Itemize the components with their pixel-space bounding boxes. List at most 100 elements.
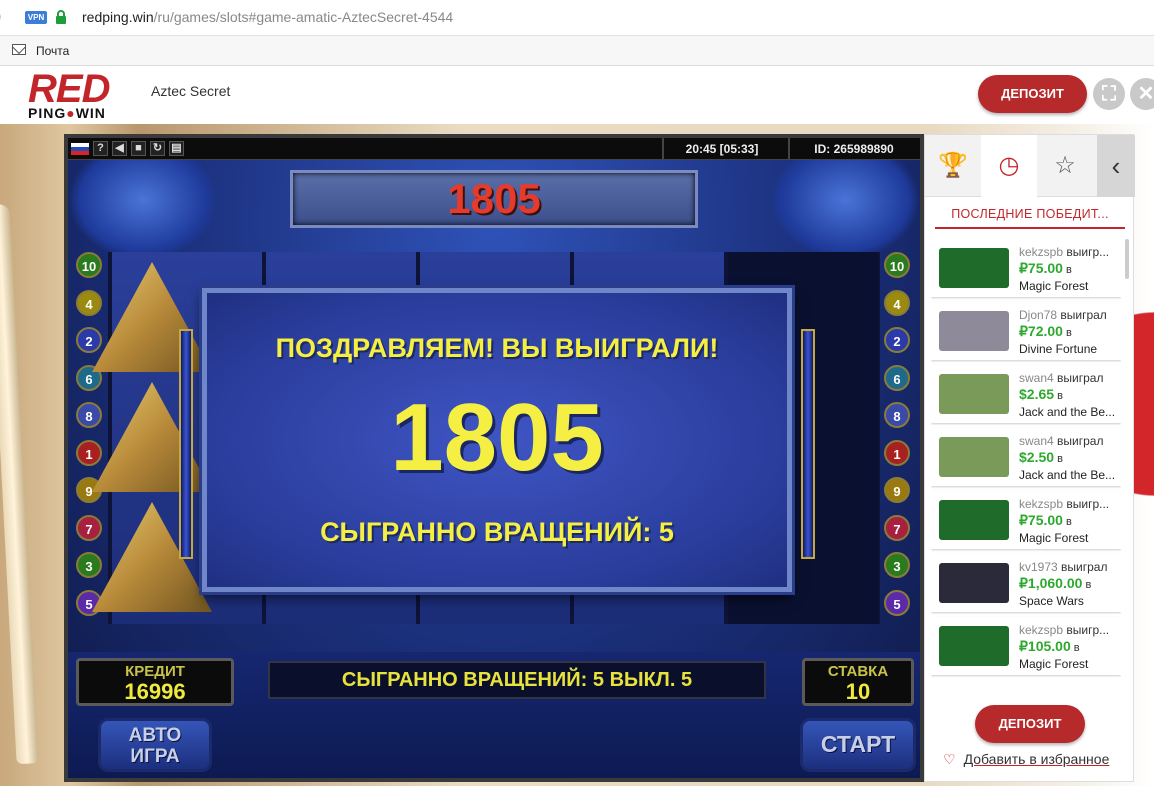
- winner-amount: $2.65: [1019, 386, 1055, 402]
- winner-item[interactable]: kekzspb выигр... ₽75.00 в Magic Forest: [931, 239, 1121, 297]
- winner-amount: ₽75.00: [1019, 260, 1063, 276]
- sidebar-tabs: 🏆 ◷ ☆ ‹: [925, 135, 1135, 197]
- autoplay-line1: АВТО: [128, 725, 182, 746]
- red-decoration: [1134, 254, 1154, 554]
- winner-in: в: [1054, 390, 1063, 402]
- line-number[interactable]: 3: [884, 552, 910, 578]
- winner-amount: ₽1,060.00: [1019, 575, 1083, 591]
- winners-sidebar: 🏆 ◷ ☆ ‹ ПОСЛЕДНИЕ ПОБЕДИТ... kekzspb выи…: [924, 134, 1135, 782]
- winner-user-line: swan4 выиграл: [1019, 434, 1119, 448]
- window-icon[interactable]: ■: [131, 141, 146, 156]
- sound-icon[interactable]: ◀: [112, 141, 127, 156]
- line-number[interactable]: 2: [76, 327, 102, 353]
- autoplay-line2: ИГРА: [130, 746, 180, 767]
- winner-verb: выигр...: [1063, 245, 1110, 259]
- winner-user: kekzspb: [1019, 623, 1064, 637]
- winner-user-line: kekzspb выигр...: [1019, 623, 1119, 637]
- bookmarks-bar: Почта: [0, 36, 1154, 66]
- line-number[interactable]: 6: [884, 364, 910, 391]
- russia-flag-icon[interactable]: [71, 143, 89, 155]
- line-number[interactable]: 10: [884, 252, 910, 278]
- credit-value: 16996: [124, 679, 186, 704]
- vpn-badge[interactable]: VPN: [25, 11, 47, 24]
- winner-item[interactable]: kv1973 выиграл ₽1,060.00 в Space Wars: [931, 554, 1121, 612]
- winner-game: Magic Forest: [1019, 279, 1089, 293]
- help-button[interactable]: ?: [93, 141, 108, 156]
- reload-icon[interactable]: ↻: [150, 141, 165, 156]
- winner-in: в: [1082, 579, 1092, 591]
- line-number[interactable]: 1: [884, 439, 910, 466]
- line-number[interactable]: 10: [76, 252, 102, 278]
- line-number[interactable]: 7: [76, 514, 102, 541]
- line-number[interactable]: 9: [884, 477, 910, 503]
- line-number[interactable]: 5: [884, 589, 910, 616]
- heart-icon: ♡: [943, 751, 956, 767]
- winner-amount-line: ₽105.00 в: [1019, 638, 1080, 655]
- winner-game: Jack and the Be...: [1019, 405, 1116, 419]
- line-number[interactable]: 8: [884, 402, 910, 428]
- site-header: RED PING●WIN Aztec Secret ДЕПОЗИТ ⛶ ✕: [0, 66, 1154, 124]
- line-number[interactable]: 1: [76, 439, 102, 466]
- logo-red: RED: [28, 67, 110, 111]
- bet-label: СТАВКА: [827, 663, 889, 680]
- winner-user: Djon78: [1019, 308, 1058, 322]
- logo-pingwin: PING●WIN: [28, 105, 128, 121]
- line-number[interactable]: 2: [884, 327, 910, 353]
- clock-icon[interactable]: ◷: [981, 135, 1037, 197]
- url-path: /ru/games/slots#game-amatic-AztecSecret-…: [153, 9, 454, 25]
- winner-game: Magic Forest: [1019, 657, 1089, 671]
- session-id: ID: 265989890: [788, 138, 918, 160]
- bookmark-pochta[interactable]: Почта: [36, 44, 69, 58]
- winner-amount-line: ₽75.00 в: [1019, 260, 1072, 277]
- winner-item[interactable]: swan4 выиграл $2.65 в Jack and the Be...: [931, 365, 1121, 423]
- start-button[interactable]: СТАРТ: [800, 718, 916, 772]
- line-number[interactable]: 4: [884, 289, 910, 316]
- dialog-pillar-left: [179, 329, 193, 559]
- win-amount: 1805: [390, 384, 604, 491]
- winner-verb: выигр...: [1063, 623, 1110, 637]
- winner-item[interactable]: Djon78 выиграл ₽72.00 в Divine Fortune: [931, 302, 1121, 360]
- line-number[interactable]: 3: [76, 552, 102, 578]
- scrollbar[interactable]: [1125, 239, 1129, 279]
- star-icon[interactable]: ☆: [1037, 135, 1093, 197]
- winner-item[interactable]: kekzspb выигр... ₽75.00 в Magic Forest: [931, 491, 1121, 549]
- winner-item[interactable]: swan4 выиграл $2.50 в Jack and the Be...: [931, 428, 1121, 486]
- tab-edge-icon: ): [0, 8, 1, 26]
- url-text[interactable]: redping.win/ru/games/slots#game-amatic-A…: [82, 9, 453, 25]
- sidebar-deposit-button[interactable]: ДЕПОЗИТ: [975, 705, 1085, 743]
- winner-amount: ₽72.00: [1019, 323, 1063, 339]
- game-stage: 1805 10 4 2 6 8 1 9 7 3 5 10 4 2 6 8 1 9…: [68, 160, 920, 778]
- winner-amount-line: ₽75.00 в: [1019, 512, 1072, 529]
- close-icon[interactable]: ✕: [1130, 78, 1154, 110]
- winner-game: Space Wars: [1019, 594, 1084, 608]
- game-thumbnail: [939, 626, 1009, 666]
- add-favorite-link[interactable]: ♡ Добавить в избранное: [943, 751, 1109, 768]
- history-icon[interactable]: ▤: [169, 141, 184, 156]
- deposit-button[interactable]: ДЕПОЗИТ: [978, 75, 1087, 113]
- line-number[interactable]: 7: [884, 514, 910, 541]
- game-frame[interactable]: ? ◀ ■ ↻ ▤ 20:45 [05:33] ID: 265989890 18…: [64, 134, 924, 782]
- mail-icon: [12, 44, 26, 55]
- expand-icon[interactable]: ⛶: [1093, 78, 1125, 110]
- win-display: 1805: [290, 170, 698, 228]
- logo[interactable]: RED PING●WIN: [28, 69, 128, 123]
- bet-panel[interactable]: СТАВКА 10: [802, 658, 914, 706]
- chevron-left-icon[interactable]: ‹: [1097, 135, 1135, 197]
- winner-user: swan4: [1019, 434, 1054, 448]
- line-number[interactable]: 4: [76, 289, 102, 316]
- game-thumbnail: [939, 437, 1009, 477]
- serpent-left-icon: [68, 160, 218, 260]
- winner-amount-line: ₽1,060.00 в: [1019, 575, 1091, 592]
- line-number[interactable]: 8: [76, 402, 102, 428]
- winner-item[interactable]: kekzspb выигр... ₽105.00 в Magic Forest: [931, 617, 1121, 675]
- trophy-icon[interactable]: 🏆: [925, 135, 981, 197]
- winner-user-line: kv1973 выиграл: [1019, 560, 1119, 574]
- winner-amount: $2.50: [1019, 449, 1055, 465]
- winner-user-line: kekzspb выигр...: [1019, 245, 1119, 259]
- address-bar: ) VPN redping.win/ru/games/slots#game-am…: [0, 0, 1154, 36]
- winner-user: kekzspb: [1019, 497, 1064, 511]
- winner-verb: выиграл: [1057, 308, 1107, 322]
- logo-dot-icon: ●: [66, 105, 76, 121]
- winner-game: Jack and the Be...: [1019, 468, 1116, 482]
- autoplay-button[interactable]: АВТО ИГРА: [98, 718, 212, 772]
